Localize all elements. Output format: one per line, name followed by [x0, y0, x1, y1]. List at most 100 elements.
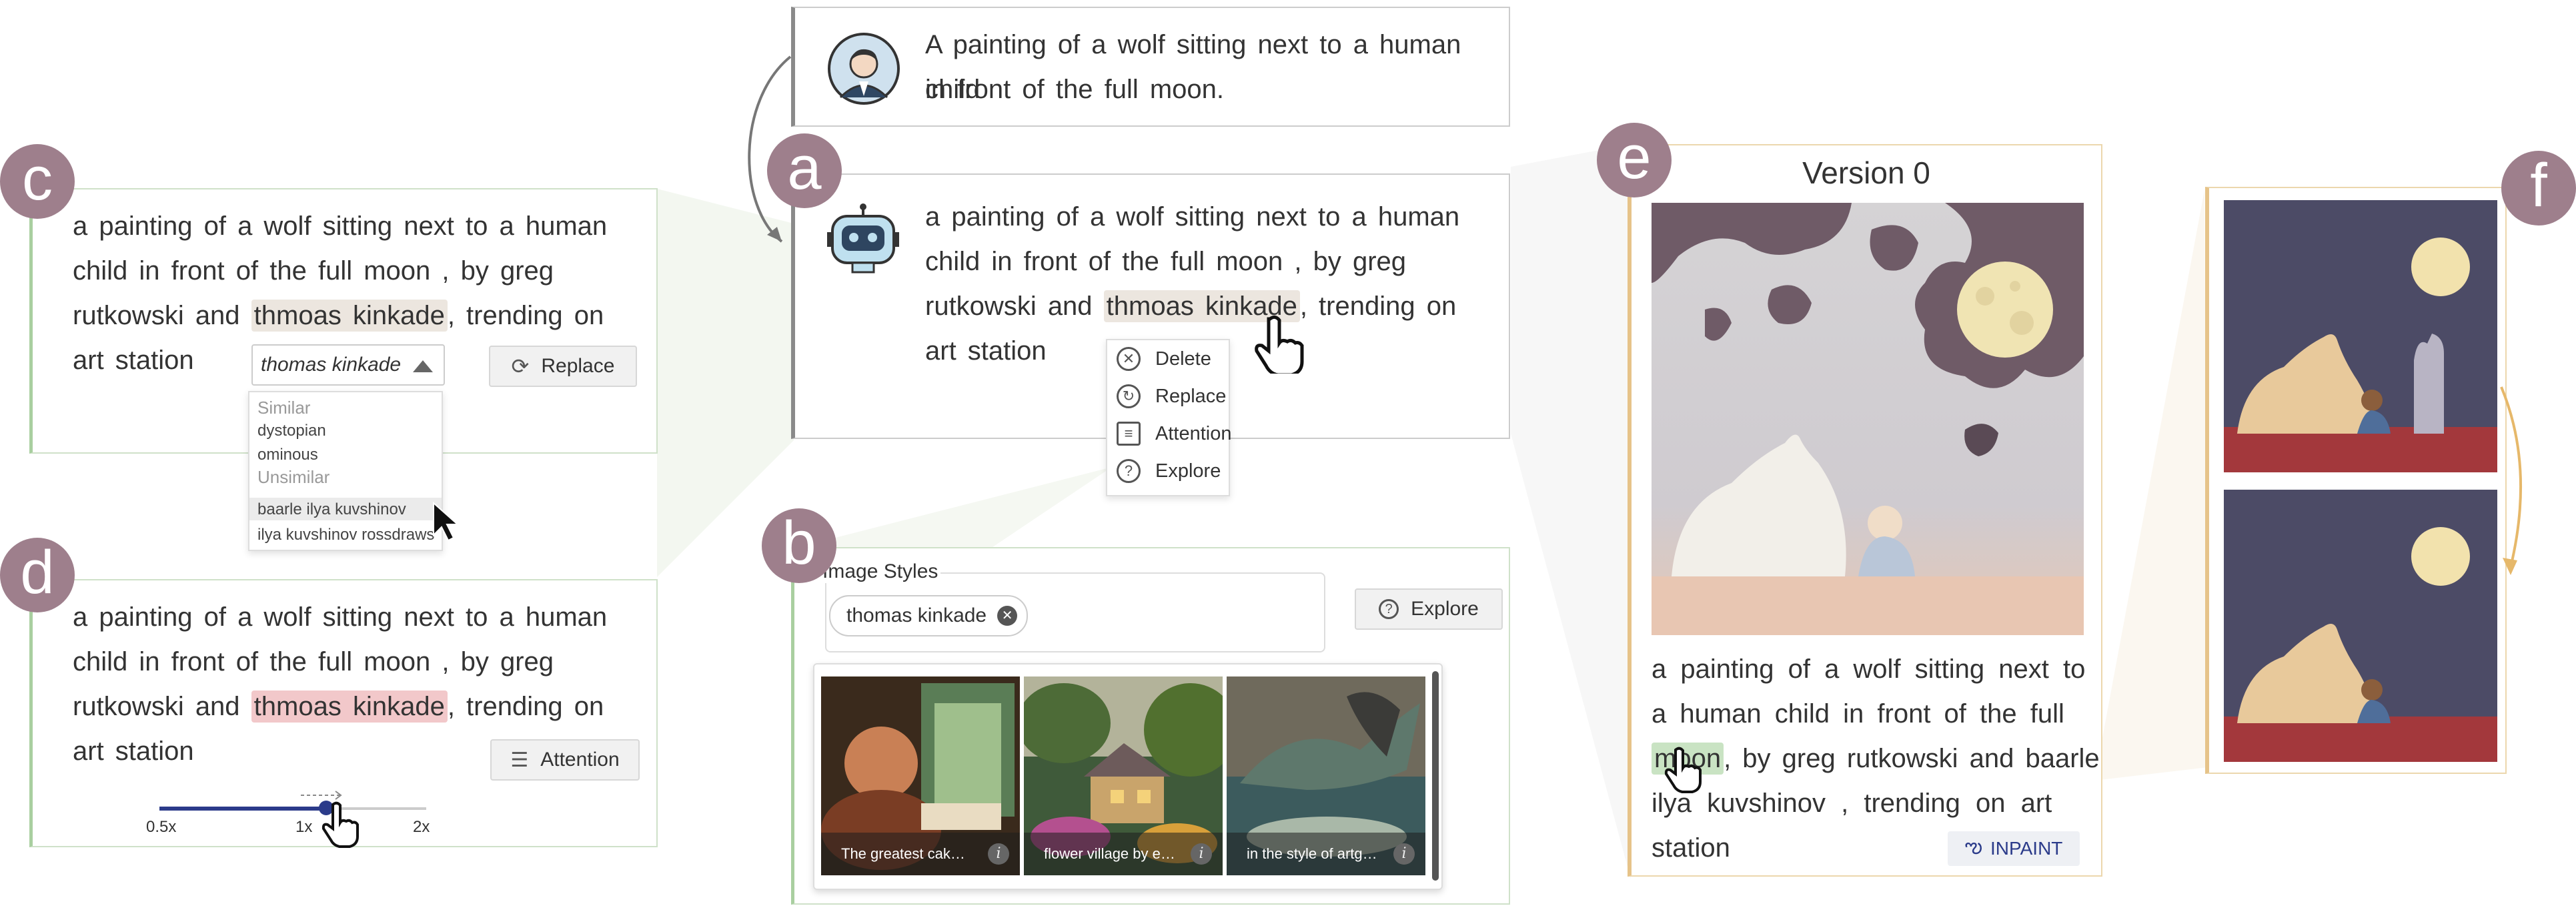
user-avatar-icon [828, 33, 900, 105]
slider-tick-label: 1x [295, 818, 313, 836]
menu-item-replace[interactable]: ↻ Replace [1117, 384, 1226, 408]
inpaint-button[interactable]: ఌ INPAINT [1948, 831, 2080, 866]
replace-button[interactable]: ⟳ Replace [489, 346, 637, 387]
menu-label-replace: Replace [1155, 385, 1227, 407]
dropdown-option[interactable]: baarle ilya kuvshinov [257, 500, 406, 519]
image-styles-legend: Image Styles [820, 560, 941, 583]
gallery-thumbnail[interactable]: in the style of artg… i [1227, 676, 1425, 875]
panel-e-line-4: ilya kuvshinov , trending on art [1652, 789, 2052, 818]
badge-c: c [0, 144, 75, 219]
user-prompt-panel: A painting of a wolf sitting next to a h… [791, 7, 1510, 127]
panel-e-version-view: Version 0 a painting of a wolf sitting n… [1628, 144, 2102, 877]
panel-c-line-2: child in front of the full moon , by gre… [73, 256, 554, 286]
generated-image [1652, 203, 2084, 635]
robot-avatar-icon [827, 203, 899, 274]
replace-dropdown-value: thomas kinkade [261, 354, 402, 376]
after-inpaint-image [2224, 490, 2497, 762]
panel-a-line-3: rutkowski and thmoas kinkade, trending o… [925, 284, 1456, 329]
slider-tick-label: 0.5x [146, 818, 177, 836]
panel-d-line-3: rutkowski and thmoas kinkade, trending o… [73, 684, 604, 729]
attention-button[interactable]: ☰ Attention [490, 739, 640, 781]
gallery-thumbnail[interactable]: The greatest cak… i [821, 676, 1020, 875]
panel-a-line-2: child in front of the full moon , by gre… [925, 247, 1407, 276]
badge-d: d [0, 538, 75, 612]
replace-dropdown-select[interactable]: thomas kinkade [251, 344, 445, 386]
panel-f-inpaint-comparison [2205, 187, 2507, 774]
panel-d-line-4: art station [73, 737, 194, 766]
panel-c-line-1: a painting of a wolf sitting next to a h… [73, 211, 608, 241]
dropdown-option[interactable]: ominous [257, 446, 318, 464]
panel-d-attention-view: a painting of a wolf sitting next to a h… [29, 579, 658, 848]
style-chip-label: thomas kinkade [846, 604, 987, 626]
attention-icon: ≡ [1117, 422, 1141, 446]
panel-d-token-highlight[interactable]: thmoas kinkade [251, 691, 448, 723]
menu-label-attention: Attention [1155, 422, 1232, 444]
attention-button-label: Attention [540, 749, 620, 771]
slider-drag-arrow-icon [301, 791, 343, 800]
info-icon[interactable]: i [1191, 843, 1212, 865]
replace-button-icon: ⟳ [511, 354, 530, 378]
explore-button[interactable]: ? Explore [1355, 588, 1503, 630]
dropdown-option[interactable]: ilya kuvshinov rossdraws [257, 526, 434, 544]
panel-c-line-3-post: , trending on [447, 301, 604, 330]
menu-label-delete: Delete [1155, 348, 1211, 370]
token-context-menu: ✕ Delete ↻ Replace ≡ Attention ? Explore [1106, 339, 1231, 496]
gallery-scrollbar[interactable] [1432, 671, 1439, 881]
attention-button-icon: ☰ [510, 749, 529, 771]
explore-button-label: Explore [1411, 598, 1479, 620]
inpaint-button-label: INPAINT [1990, 838, 2063, 859]
panel-e-line-2: a human child in front of the full [1652, 699, 2064, 729]
before-after-arrow-icon [2500, 386, 2523, 575]
style-chip[interactable]: thomas kinkade ✕ [829, 595, 1029, 636]
hand-cursor-icon [322, 801, 360, 848]
before-inpaint-image [2224, 200, 2497, 472]
panel-e-line-3: moon, by greg rutkowski and baarle [1652, 737, 2100, 781]
explore-button-icon: ? [1379, 599, 1399, 619]
panel-c-line-3: rutkowski and thmoas kinkade, trending o… [73, 294, 604, 338]
replace-button-label: Replace [541, 355, 615, 377]
panel-d-line-2: child in front of the full moon , by gre… [73, 647, 554, 676]
dropdown-group-similar: Similar [257, 398, 311, 418]
panel-c-line-4: art station [73, 346, 194, 375]
close-icon[interactable]: ✕ [997, 606, 1018, 626]
panel-d-line-1: a painting of a wolf sitting next to a h… [73, 602, 608, 632]
panel-a-line-3-post: , trending on [1299, 292, 1457, 321]
info-icon[interactable]: i [988, 843, 1009, 865]
dropdown-group-unsimilar: Unsimilar [257, 467, 330, 487]
style-gallery: The greatest cak… i flower village by e…… [813, 663, 1443, 890]
panel-e-line-5: station [1652, 833, 1730, 863]
dropdown-option[interactable]: dystopian [257, 422, 326, 440]
menu-label-explore: Explore [1155, 460, 1221, 482]
arrow-cursor-icon [433, 502, 459, 542]
info-icon[interactable]: i [1393, 843, 1415, 865]
caret-up-icon [413, 360, 433, 372]
menu-item-delete[interactable]: ✕ Delete [1117, 347, 1211, 371]
slider-tick-label: 2x [413, 818, 430, 836]
panel-d-line-3-post: , trending on [447, 692, 604, 721]
explore-icon: ? [1117, 459, 1141, 483]
badge-f: f [2501, 151, 2576, 225]
panel-a-line-3-pre: rutkowski and [925, 292, 1104, 321]
panel-a-line-1: a painting of a wolf sitting next to a h… [925, 202, 1460, 232]
panel-c-line-3-pre: rutkowski and [73, 301, 251, 330]
delete-icon: ✕ [1117, 347, 1141, 371]
badge-a: a [767, 133, 842, 208]
hand-cursor-icon [1255, 315, 1304, 374]
badge-b: b [762, 508, 836, 583]
panel-e-line-3-post: , by greg rutkowski and baarle [1724, 744, 2100, 773]
panel-b-explore-view: Image Styles thomas kinkade ✕ ? Explore … [791, 547, 1510, 905]
replace-dropdown-list: Similar dystopian ominous Unsimilar baar… [248, 391, 443, 551]
user-prompt-line-2: in front of the full moon. [925, 75, 1225, 104]
panel-d-line-3-pre: rutkowski and [73, 692, 251, 721]
menu-item-explore[interactable]: ? Explore [1117, 459, 1221, 483]
menu-item-attention[interactable]: ≡ Attention [1117, 422, 1231, 446]
inpaint-icon: ఌ [1964, 835, 1983, 857]
badge-e: e [1597, 123, 1672, 197]
gallery-thumbnail[interactable]: flower village by e… i [1024, 676, 1223, 875]
version-title: Version 0 [1802, 155, 1930, 190]
hand-cursor-icon [1664, 747, 1702, 793]
panel-e-line-1: a painting of a wolf sitting next to [1652, 654, 2086, 684]
replace-icon: ↻ [1117, 384, 1141, 408]
panel-c-token-highlight[interactable]: thmoas kinkade [251, 300, 448, 332]
attention-slider-fill [159, 807, 327, 811]
